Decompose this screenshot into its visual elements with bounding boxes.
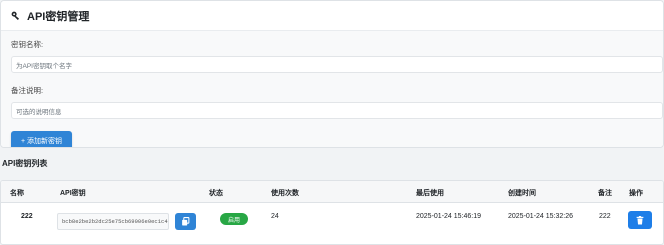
col-created: 创建时间 — [508, 190, 536, 197]
col-note: 备注 — [598, 190, 612, 197]
key-icon — [11, 11, 21, 21]
add-key-button[interactable]: + 添加新密钥 — [11, 131, 72, 147]
delete-button[interactable] — [628, 211, 652, 229]
cell-last-used: 2025-01-24 15:46:19 — [416, 213, 481, 220]
copy-button[interactable] — [175, 213, 196, 230]
api-key-field[interactable]: bcb8e2be2b2dc25e75cb69006e0ec1c4 — [57, 213, 169, 230]
key-name-input[interactable]: 为API密钥取个名字 — [11, 56, 663, 73]
key-desc-input[interactable]: 可选的说明信息 — [11, 102, 663, 119]
page-title: API密钥管理 — [27, 10, 90, 23]
table-row: 222 bcb8e2be2b2dc25e75cb69006e0ec1c4 启用 … — [1, 203, 663, 244]
col-last-used: 最后使用 — [416, 190, 444, 197]
cell-use-count: 24 — [271, 213, 279, 220]
col-use-count: 使用次数 — [271, 190, 299, 197]
cell-note: 222 — [599, 213, 611, 220]
col-status: 状态 — [209, 190, 223, 197]
col-actions: 操作 — [629, 190, 643, 197]
create-key-form: 密钥名称: 为API密钥取个名字 备注说明: 可选的说明信息 + 添加新密钥 — [1, 31, 663, 147]
key-management-card: API密钥管理 密钥名称: 为API密钥取个名字 备注说明: 可选的说明信息 +… — [0, 0, 664, 148]
cell-created: 2025-01-24 15:32:26 — [508, 213, 573, 220]
trash-icon — [636, 215, 644, 225]
key-name-label: 密钥名称: — [11, 40, 44, 49]
status-badge: 启用 — [220, 213, 248, 225]
key-desc-label: 备注说明: — [11, 86, 44, 95]
cell-name: 222 — [21, 213, 33, 220]
col-api-key: API密钥 — [60, 190, 86, 197]
key-table: 名称 API密钥 状态 使用次数 最后使用 创建时间 备注 操作 222 bcb… — [0, 180, 664, 245]
copy-icon — [181, 217, 190, 226]
card-header: API密钥管理 — [1, 1, 663, 31]
table-header: 名称 API密钥 状态 使用次数 最后使用 创建时间 备注 操作 — [1, 181, 663, 203]
key-list-title: API密钥列表 — [2, 159, 48, 168]
col-name: 名称 — [10, 190, 24, 197]
